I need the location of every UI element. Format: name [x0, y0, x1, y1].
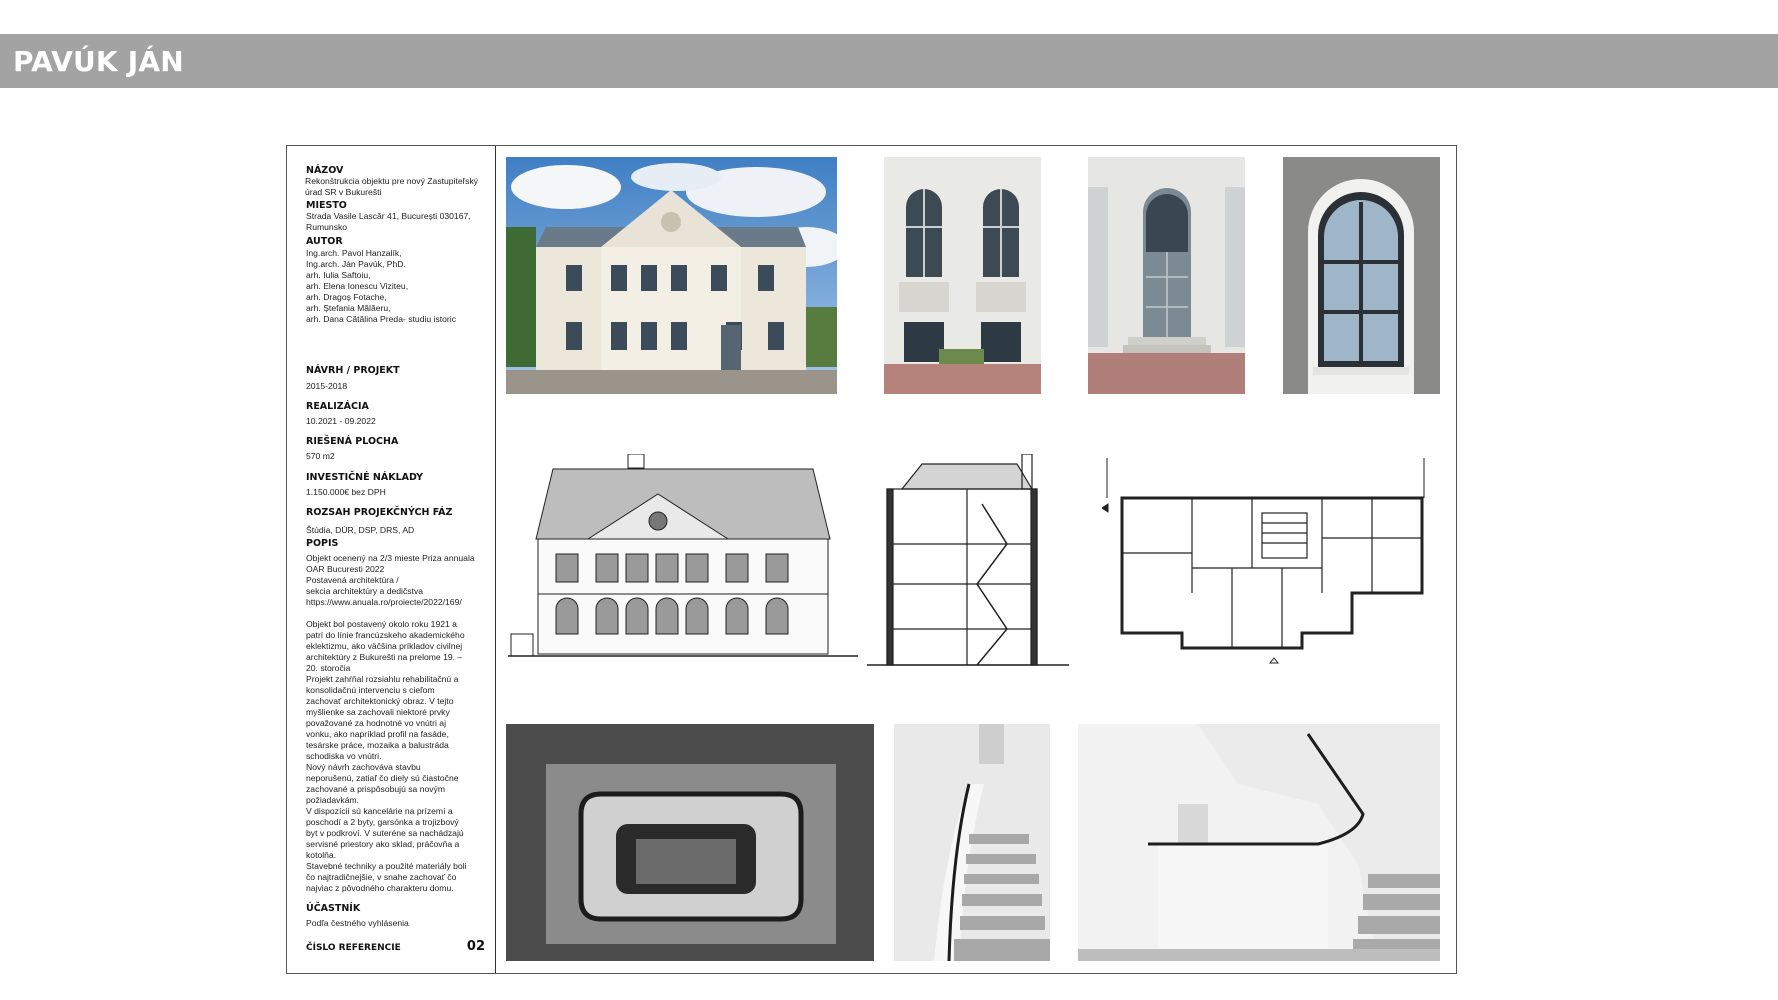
- reference-label: ČÍSLO REFERENCIE: [306, 943, 401, 953]
- description-body: Objekt bol postavený okolo roku 1921 a p…: [306, 619, 467, 893]
- name-value: Rekonštrukcia objektu pre nový Zastupite…: [305, 176, 479, 197]
- area-value: 570 m2: [306, 451, 335, 461]
- phases-label: ROZSAH PROJEKČNÝCH FÁZ: [306, 507, 453, 518]
- author-value: Ing.arch. Pavol Hanzalík, Ing.arch. Ján …: [306, 248, 456, 324]
- staircase-side-photo: [894, 724, 1050, 961]
- villa-exterior-photo: [506, 157, 837, 394]
- page-title: PAVÚK JÁN: [13, 45, 184, 78]
- entrance-door-photo: [1088, 157, 1245, 394]
- window-detail-photo: [1283, 157, 1440, 394]
- description-label: POPIS: [306, 538, 339, 549]
- design-label: NÁVRH / PROJEKT: [306, 365, 400, 376]
- design-value: 2015-2018: [306, 381, 348, 391]
- realization-label: REALIZÁCIA: [306, 401, 369, 412]
- cost-label: INVESTIČNÉ NÁKLADY: [306, 472, 424, 483]
- area-label: RIEŠENÁ PLOCHA: [306, 436, 399, 447]
- place-label: MIESTO: [306, 200, 347, 211]
- header-bar: PAVÚK JÁN: [0, 34, 1778, 88]
- project-info-panel: NÁZOV Rekonštrukcia objektu pre nový Zas…: [287, 146, 496, 973]
- front-elevation-drawing: [508, 454, 858, 667]
- phases-value: Štúdia, DÚR, DSP, DRS, AD: [306, 525, 415, 535]
- section-drawing: [867, 454, 1069, 669]
- name-label: NÁZOV: [306, 165, 344, 176]
- realization-value: 10.2021 - 09.2022: [306, 416, 376, 426]
- staircase-landing-photo: [1078, 724, 1440, 961]
- description-award: Objekt ocenený na 2/3 mieste Priza annua…: [306, 553, 475, 607]
- reference-number: 02: [466, 939, 485, 954]
- staircase-top-view-photo: [506, 724, 874, 961]
- place-value: Strada Vasile Lascăr 41, București 03016…: [306, 211, 471, 232]
- cost-value: 1.150.000€ bez DPH: [306, 487, 386, 497]
- participant-label: ÚČASTNÍK: [306, 903, 361, 914]
- author-label: AUTOR: [306, 236, 343, 247]
- arched-windows-photo: [884, 157, 1041, 394]
- participant-value: Podľa čestného vyhlásenia: [306, 918, 409, 928]
- floor-plan-drawing: [1102, 458, 1442, 683]
- reference-sheet: NÁZOV Rekonštrukcia objektu pre nový Zas…: [286, 145, 1457, 974]
